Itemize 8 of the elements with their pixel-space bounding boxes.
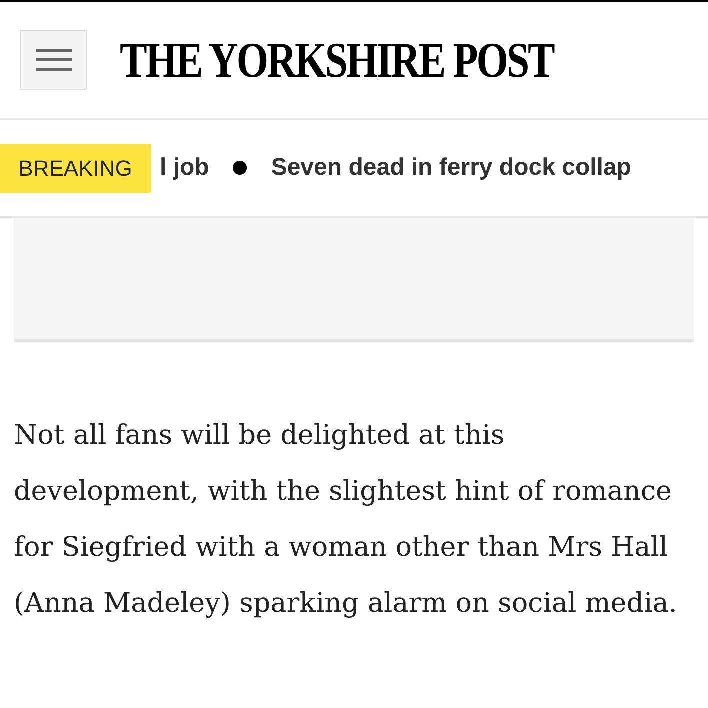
bullet-icon (233, 161, 248, 175)
breaking-badge: BREAKING (0, 144, 151, 193)
logo[interactable]: THE YORKSHIRE POST (120, 35, 554, 85)
article-paragraph: Not all fans will be delighted at this development, with the slightest hint of romance for Siegfried with a woman other than Mrs Hall (Anna Madeley) sparking alarm on social media. (14, 419, 678, 621)
menu-icon (36, 48, 72, 72)
menu-button[interactable] (20, 30, 87, 90)
ticker-link[interactable]: Seven dead in ferry dock collap (271, 150, 632, 186)
ticker-link[interactable]: l job (160, 150, 210, 186)
